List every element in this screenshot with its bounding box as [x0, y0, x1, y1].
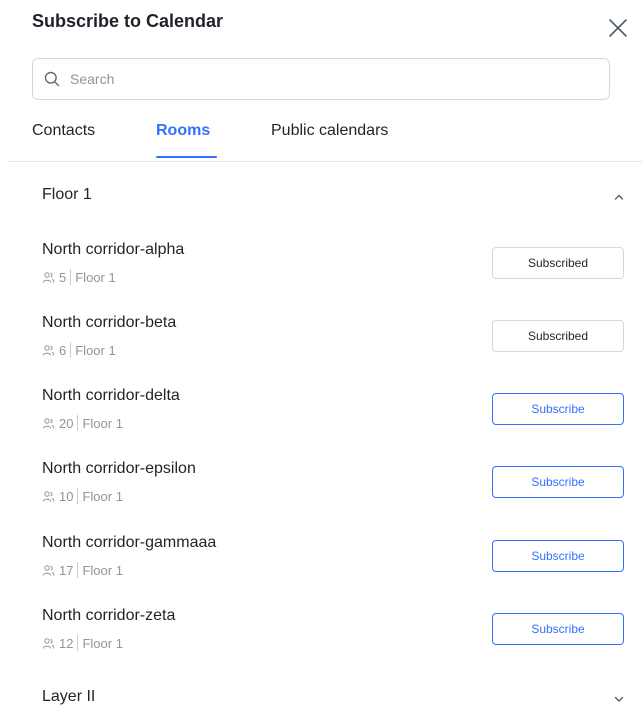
- room-capacity: 12: [59, 635, 74, 651]
- group-title: Layer II: [42, 688, 96, 705]
- room-meta: 5 Floor 1: [42, 269, 116, 285]
- people-icon: [42, 271, 55, 284]
- dialog-header: Subscribe to Calendar: [32, 0, 632, 52]
- room-capacity: 5: [59, 269, 67, 285]
- subscribe-button[interactable]: Subscribe: [492, 540, 624, 572]
- room-row: North corridor-delta 20 Floor 1 Subscrib…: [42, 387, 626, 447]
- subscribe-button[interactable]: Subscribe: [492, 613, 624, 645]
- people-icon: [42, 564, 55, 577]
- room-row: North corridor-gammaaa 17 Floor 1 Subscr…: [42, 534, 626, 594]
- active-tab-indicator: [156, 156, 217, 158]
- people-icon: [42, 344, 55, 357]
- room-name: North corridor-epsilon: [42, 460, 196, 477]
- room-location: Floor 1: [82, 415, 123, 431]
- tab-rooms[interactable]: Rooms: [156, 122, 210, 140]
- room-location: Floor 1: [75, 342, 116, 358]
- people-icon: [42, 490, 55, 503]
- room-meta: 17 Floor 1: [42, 562, 123, 578]
- tab-public-calendars[interactable]: Public calendars: [271, 122, 388, 140]
- room-capacity: 20: [59, 415, 74, 431]
- room-location: Floor 1: [82, 488, 123, 504]
- room-meta: 20 Floor 1: [42, 415, 123, 431]
- search-field[interactable]: [32, 58, 610, 100]
- room-meta: 10 Floor 1: [42, 488, 123, 504]
- group-title: Floor 1: [42, 186, 92, 203]
- meta-divider: [77, 488, 79, 504]
- meta-divider: [77, 562, 79, 578]
- room-meta: 6 Floor 1: [42, 342, 116, 358]
- room-row: North corridor-beta 6 Floor 1 Subscribed: [42, 314, 626, 374]
- room-location: Floor 1: [82, 635, 123, 651]
- room-name: North corridor-zeta: [42, 607, 176, 624]
- meta-divider: [77, 415, 79, 431]
- room-meta: 12 Floor 1: [42, 635, 123, 651]
- tabs-divider: [8, 161, 642, 162]
- room-name: North corridor-alpha: [42, 241, 185, 258]
- chevron-down-icon[interactable]: [612, 692, 626, 706]
- meta-divider: [70, 269, 72, 285]
- room-location: Floor 1: [75, 269, 116, 285]
- meta-divider: [70, 342, 72, 358]
- room-row: North corridor-alpha 5 Floor 1 Subscribe…: [42, 241, 626, 301]
- room-capacity: 10: [59, 488, 74, 504]
- room-capacity: 17: [59, 562, 74, 578]
- subscribe-button[interactable]: Subscribe: [492, 393, 624, 425]
- subscribe-button[interactable]: Subscribe: [492, 466, 624, 498]
- close-icon[interactable]: [607, 17, 629, 39]
- meta-divider: [77, 635, 79, 651]
- room-name: North corridor-beta: [42, 314, 177, 331]
- room-capacity: 6: [59, 342, 67, 358]
- room-location: Floor 1: [82, 562, 123, 578]
- room-row: North corridor-zeta 12 Floor 1 Subscribe: [42, 607, 626, 667]
- group-header-floor-1[interactable]: Floor 1: [42, 186, 632, 210]
- search-icon: [44, 71, 60, 87]
- chevron-up-icon[interactable]: [612, 190, 626, 204]
- room-name: North corridor-delta: [42, 387, 180, 404]
- group-header-layer-ii[interactable]: Layer II: [42, 688, 632, 712]
- room-row: North corridor-epsilon 10 Floor 1 Subscr…: [42, 460, 626, 520]
- subscribed-button[interactable]: Subscribed: [492, 320, 624, 352]
- people-icon: [42, 417, 55, 430]
- search-input[interactable]: [70, 71, 609, 87]
- subscribed-button[interactable]: Subscribed: [492, 247, 624, 279]
- room-name: North corridor-gammaaa: [42, 534, 217, 551]
- people-icon: [42, 637, 55, 650]
- dialog-title: Subscribe to Calendar: [32, 11, 224, 31]
- tab-contacts[interactable]: Contacts: [32, 122, 95, 140]
